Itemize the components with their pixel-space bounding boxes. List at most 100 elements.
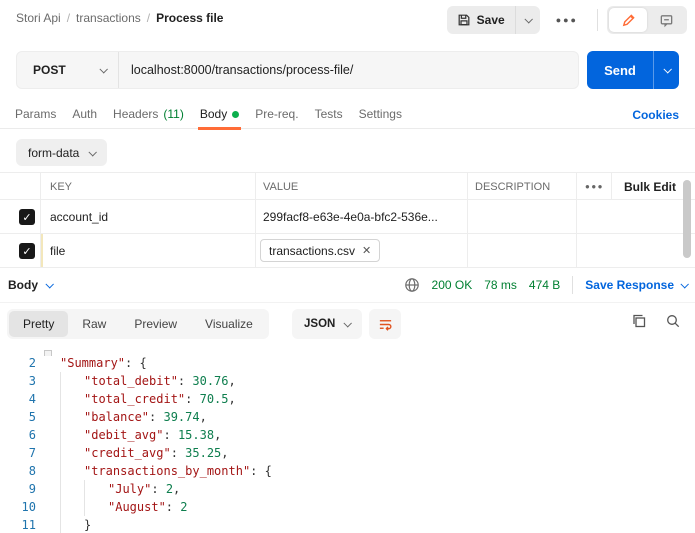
chevron-down-icon — [680, 280, 689, 289]
save-options-button[interactable] — [514, 6, 540, 34]
tab-headers[interactable]: Headers (11) — [105, 100, 192, 129]
table-row: ✓ account_id 299facf8-e63e-4e0a-bfc2-536… — [0, 200, 695, 234]
network-globe-icon[interactable] — [404, 277, 420, 293]
table-header-row: KEY VALUE DESCRIPTION ●●● Bulk Edit — [0, 172, 695, 200]
status-code[interactable]: 200 OK — [432, 278, 473, 292]
pencil-icon — [621, 13, 636, 28]
save-button-label: Save — [476, 13, 505, 27]
line-number: 2 — [28, 356, 36, 370]
column-divider — [467, 234, 468, 267]
code-line: 11} — [0, 516, 695, 533]
tab-body-label: Body — [199, 107, 228, 121]
view-tab-pretty[interactable]: Pretty — [9, 311, 69, 337]
code-content: "debit_avg": 15.38, — [44, 426, 695, 444]
indent-guide — [60, 390, 61, 408]
code-line: 8 "transactions_by_month": { — [0, 462, 695, 480]
column-divider — [576, 200, 577, 233]
line-number: 9 — [28, 482, 36, 496]
row-checkbox[interactable]: ✓ — [19, 243, 35, 259]
file-chip-label: transactions.csv — [269, 243, 356, 258]
wrap-lines-button[interactable] — [369, 309, 401, 339]
key-cell[interactable]: account_id — [50, 210, 108, 224]
bulk-edit-button[interactable]: Bulk Edit — [624, 180, 676, 194]
column-header-value: VALUE — [263, 181, 299, 193]
breadcrumb-collection[interactable]: Stori Api — [16, 11, 61, 25]
line-number: 6 — [28, 428, 36, 442]
response-size[interactable]: 474 B — [529, 278, 560, 292]
breadcrumb-request-name[interactable]: Process file — [156, 11, 223, 25]
tab-settings-label: Settings — [358, 107, 402, 121]
body-type-label: form-data — [28, 145, 80, 160]
search-icon — [665, 313, 681, 329]
column-divider — [255, 200, 256, 233]
code-content: "total_credit": 70.5, — [44, 390, 695, 408]
save-response-label: Save Response — [585, 278, 674, 292]
breadcrumb-separator: / — [146, 11, 151, 25]
tab-body[interactable]: Body — [192, 100, 247, 130]
save-response-button[interactable]: Save Response — [585, 278, 689, 292]
response-body-viewer[interactable]: 2 "Summary": {3 "total_debit": 30.76, 4 "tot… — [0, 350, 695, 533]
tab-auth[interactable]: Auth — [64, 100, 105, 129]
send-options-button[interactable] — [653, 51, 679, 89]
breadcrumb: Stori Api / transactions / Process file — [16, 11, 223, 25]
line-number: 4 — [28, 392, 36, 406]
table-options-icon[interactable]: ●●● — [585, 182, 604, 191]
code-line: 9 "July": 2, — [0, 480, 695, 498]
send-button[interactable]: Send — [587, 51, 653, 89]
response-body-selector[interactable]: Body — [8, 278, 54, 292]
view-tab-raw[interactable]: Raw — [68, 311, 120, 337]
search-response-button[interactable] — [665, 313, 681, 329]
comments-button[interactable] — [647, 8, 685, 32]
copy-response-button[interactable] — [631, 313, 647, 329]
body-type-selector[interactable]: form-data — [16, 139, 108, 166]
table-row: ✓ file transactions.csv ✕ — [0, 234, 695, 268]
ellipsis-icon: ●●● — [555, 15, 578, 25]
request-tabs: Params Auth Headers (11) Body Pre-req. T… — [0, 100, 695, 130]
method-selector[interactable]: POST — [17, 52, 119, 88]
response-view-tabs: Pretty Raw Preview Visualize — [7, 309, 269, 339]
tab-params[interactable]: Params — [7, 100, 64, 129]
tab-prerequest[interactable]: Pre-req. — [247, 100, 306, 129]
response-status-group: 200 OK 78 ms 474 B Save Response — [404, 276, 689, 294]
code-lines: 2 "Summary": {3 "total_debit": 30.76, 4 "tot… — [0, 350, 695, 533]
code-line: 5 "balance": 39.74, — [0, 408, 695, 426]
save-button[interactable]: Save — [447, 6, 515, 34]
url-input[interactable]: localhost:8000/transactions/process-file… — [119, 52, 578, 88]
indent-guide — [60, 408, 61, 426]
view-tab-visualize[interactable]: Visualize — [191, 311, 267, 337]
column-divider — [40, 200, 41, 233]
more-options-button[interactable]: ●●● — [546, 6, 588, 34]
code-content: "credit_avg": 35.25, — [44, 444, 695, 462]
save-button-group: Save — [446, 6, 540, 34]
code-line: 3 "total_debit": 30.76, — [0, 372, 695, 390]
tab-tests[interactable]: Tests — [307, 100, 351, 129]
value-cell[interactable]: 299facf8-e63e-4e0a-bfc2-536e... — [263, 210, 438, 224]
breadcrumb-folder[interactable]: transactions — [76, 11, 141, 25]
send-button-group: Send — [587, 51, 679, 89]
breadcrumb-separator: / — [66, 11, 71, 25]
view-tab-preview[interactable]: Preview — [120, 311, 191, 337]
line-number: 5 — [28, 410, 36, 424]
key-cell[interactable]: file — [50, 244, 65, 258]
indent-guide — [60, 516, 61, 533]
wrap-text-icon — [378, 317, 393, 332]
response-tool-icons — [631, 313, 681, 329]
line-number: 8 — [28, 464, 36, 478]
vertical-scrollbar[interactable] — [683, 180, 691, 258]
method-label: POST — [33, 63, 66, 77]
column-divider — [255, 234, 256, 267]
line-number: 11 — [21, 518, 36, 532]
edit-request-button[interactable] — [609, 8, 647, 32]
column-header-key: KEY — [50, 181, 73, 193]
response-time[interactable]: 78 ms — [484, 278, 517, 292]
response-toolbar: Pretty Raw Preview Visualize JSON — [0, 309, 695, 343]
code-content: "balance": 39.74, — [44, 408, 695, 426]
remove-file-icon[interactable]: ✕ — [362, 244, 371, 257]
response-format-selector[interactable]: JSON — [292, 309, 363, 339]
column-divider — [576, 173, 577, 199]
row-checkbox[interactable]: ✓ — [19, 209, 35, 225]
tab-settings[interactable]: Settings — [351, 100, 410, 129]
code-content: "transactions_by_month": { — [44, 462, 695, 480]
meta-divider — [572, 276, 574, 294]
cookies-link[interactable]: Cookies — [632, 108, 679, 122]
